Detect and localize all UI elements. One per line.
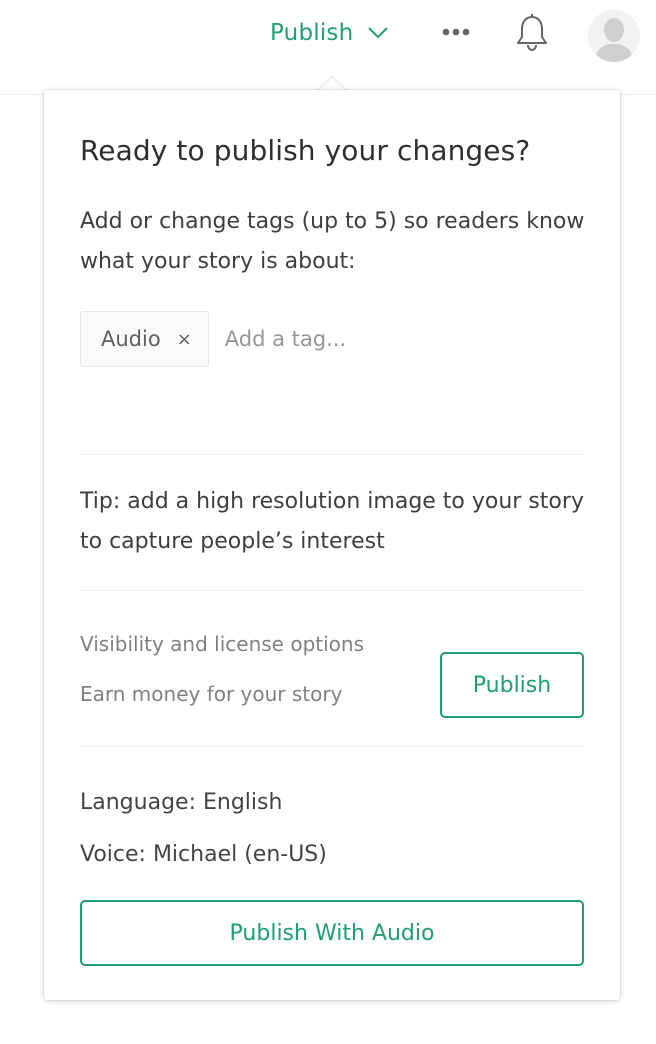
add-tag-input[interactable] (222, 326, 527, 352)
tag-chip: Audio × (80, 311, 209, 367)
publish-with-audio-button[interactable]: Publish With Audio (80, 900, 584, 966)
more-horizontal-icon[interactable] (440, 20, 472, 44)
divider (80, 746, 584, 747)
voice-label: Voice: Michael (en-US) (80, 842, 327, 867)
chevron-down-icon (368, 27, 389, 39)
publish-popover: Ready to publish your changes? Add or ch… (44, 90, 620, 1000)
divider (80, 454, 584, 455)
bell-icon[interactable] (514, 12, 550, 52)
popover-title: Ready to publish your changes? (80, 134, 531, 167)
divider (80, 590, 584, 591)
tags-description: Add or change tags (up to 5) so readers … (80, 209, 585, 274)
user-avatar-icon[interactable] (588, 10, 640, 62)
image-tip: Tip: add a high resolution image to your… (80, 489, 584, 554)
earn-money-link[interactable]: Earn money for your story (80, 682, 342, 706)
publish-menu-label: Publish (270, 20, 354, 46)
publish-button[interactable]: Publish (440, 652, 584, 718)
publish-menu-button[interactable]: Publish (270, 16, 389, 50)
tag-editor: Audio × (80, 310, 527, 368)
tag-chip-label: Audio (101, 327, 161, 351)
remove-tag-icon[interactable]: × (177, 329, 192, 350)
language-label: Language: English (80, 790, 283, 815)
visibility-license-link[interactable]: Visibility and license options (80, 632, 364, 656)
